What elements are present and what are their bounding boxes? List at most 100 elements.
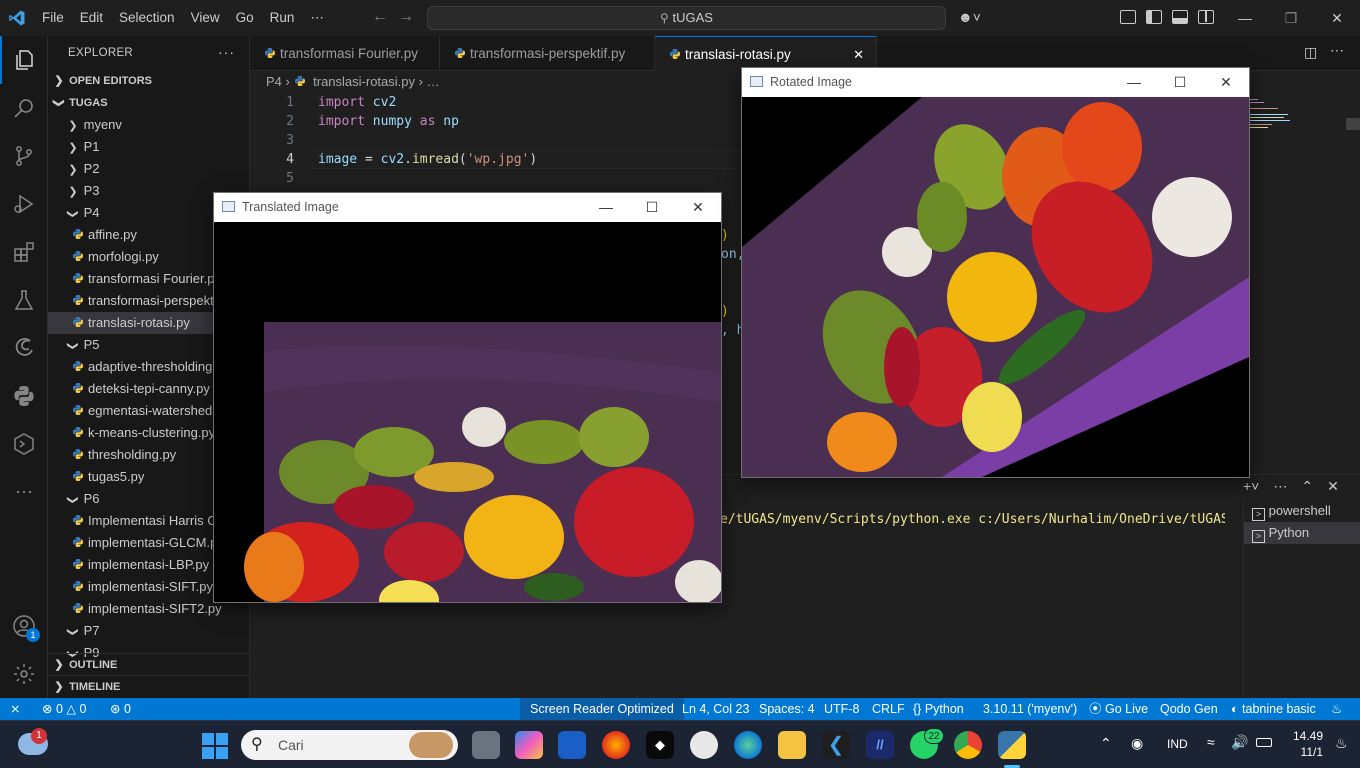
maximize-panel-icon[interactable]: ⌃: [1301, 478, 1313, 495]
search-icon[interactable]: [0, 84, 48, 132]
python-taskbar-icon[interactable]: [998, 731, 1026, 759]
terminal-session-powershell[interactable]: > powershell: [1244, 500, 1360, 522]
source-control-icon[interactable]: [0, 132, 48, 180]
rotated-image-window[interactable]: Rotated Image — ☐ ✕: [741, 67, 1250, 478]
wifi-icon[interactable]: ≈: [1207, 734, 1215, 750]
extensions-icon[interactable]: [0, 228, 48, 276]
rotated-window-titlebar[interactable]: Rotated Image — ☐ ✕: [742, 68, 1249, 97]
explorer-icon[interactable]: [0, 36, 48, 84]
tree-folder[interactable]: ❯ P1: [48, 136, 249, 158]
translated-image-window[interactable]: Translated Image — ☐ ✕: [213, 192, 722, 603]
start-button-icon[interactable]: [202, 733, 228, 759]
timeline-section[interactable]: ❯ TIMELINE: [48, 675, 249, 697]
tree-folder[interactable]: ❯ P7: [48, 620, 249, 642]
editor-more-icon[interactable]: ⋯: [1330, 42, 1344, 59]
menu-item[interactable]: Go: [228, 0, 262, 36]
explorer-more-icon[interactable]: ···: [218, 44, 235, 60]
language-mode[interactable]: {} Python: [913, 698, 964, 720]
menu-item[interactable]: View: [183, 0, 228, 36]
translated-minimize-button[interactable]: —: [583, 193, 629, 222]
menu-item[interactable]: File: [34, 0, 72, 36]
panel-more-icon[interactable]: ⋯: [1273, 478, 1287, 495]
explorer-section[interactable]: ❯ TUGAS: [48, 92, 249, 114]
rotated-close-button[interactable]: ✕: [1203, 68, 1249, 97]
edge-browser-icon[interactable]: [734, 731, 762, 759]
menu-item[interactable]: Selection: [111, 0, 183, 36]
testing-flask-icon[interactable]: [0, 276, 48, 324]
menu-item[interactable]: Edit: [72, 0, 111, 36]
toggle-panel-icon[interactable]: [1172, 10, 1188, 24]
ports-indicator[interactable]: ⊛ 0: [110, 698, 131, 720]
remote-indicator-icon[interactable]: ⨯: [10, 698, 20, 720]
tree-folder[interactable]: ❯ P2: [48, 158, 249, 180]
translated-window-titlebar[interactable]: Translated Image — ☐ ✕: [214, 193, 721, 222]
firefox-icon[interactable]: [602, 731, 630, 759]
split-editor-icon[interactable]: ◫: [1304, 44, 1317, 61]
breadcrumb-folder[interactable]: P4: [266, 74, 282, 89]
rotated-minimize-button[interactable]: —: [1111, 68, 1157, 97]
breadcrumb-file[interactable]: translasi-rotasi.py: [313, 74, 415, 89]
copilot-app-icon[interactable]: [515, 731, 543, 759]
rotated-maximize-button[interactable]: ☐: [1157, 68, 1203, 97]
settings-gear-icon[interactable]: [0, 650, 48, 698]
battery-icon[interactable]: [1256, 738, 1272, 747]
breadcrumb-symbol[interactable]: …: [427, 74, 440, 89]
tree-folder[interactable]: ❯ myenv: [48, 114, 249, 136]
notification-bell-icon[interactable]: ♨: [1335, 735, 1348, 752]
volume-icon[interactable]: 🔊: [1231, 734, 1248, 751]
menu-item[interactable]: Run: [262, 0, 303, 36]
encoding[interactable]: UTF-8: [824, 698, 859, 720]
notes-app-icon[interactable]: //: [866, 731, 894, 759]
close-button[interactable]: ✕: [1314, 0, 1360, 36]
taskbar-search-box[interactable]: ⚲ Cari: [241, 730, 458, 760]
editor-tab[interactable]: translasi-rotasi.py ✕: [655, 36, 877, 71]
file-explorer-icon[interactable]: [778, 731, 806, 759]
edge-devtools-icon[interactable]: [0, 324, 48, 372]
cursor-position[interactable]: Ln 4, Col 23: [682, 698, 749, 720]
screen-reader-status[interactable]: Screen Reader Optimized: [520, 698, 684, 720]
back-arrow-icon[interactable]: ←: [372, 8, 388, 26]
python-icon[interactable]: [0, 372, 48, 420]
clock[interactable]: 14.49 11/1: [1283, 728, 1323, 760]
tray-app-icon[interactable]: ◉: [1131, 735, 1143, 752]
close-panel-icon[interactable]: ✕: [1327, 478, 1339, 495]
end-of-line[interactable]: CRLF: [872, 698, 905, 720]
outline-section[interactable]: ❯ OUTLINE: [48, 653, 249, 675]
translated-close-button[interactable]: ✕: [675, 193, 721, 222]
toggle-secondary-sidebar-icon[interactable]: [1198, 10, 1214, 24]
qodo-gen-button[interactable]: Qodo Gen: [1160, 698, 1218, 720]
task-view-icon[interactable]: [472, 731, 500, 759]
dropbox-icon[interactable]: ◆: [646, 731, 674, 759]
notifications-bell-icon[interactable]: ♨: [1331, 698, 1342, 720]
editor-tab[interactable]: transformasi-perspektif.py: [440, 36, 655, 71]
terminal-session-python[interactable]: > Python: [1244, 522, 1360, 544]
indentation[interactable]: Spaces: 4: [759, 698, 815, 720]
toggle-sidebar-icon[interactable]: [1146, 10, 1162, 24]
more-views-icon[interactable]: ⋯: [0, 468, 48, 516]
scrollbar-thumb[interactable]: [1346, 118, 1360, 130]
tabnine-status[interactable]: ◐ tabnine basic: [1231, 698, 1316, 720]
chrome-icon[interactable]: [954, 731, 982, 759]
python-interpreter[interactable]: 3.10.11 ('myenv'): [983, 698, 1077, 720]
editor-tab[interactable]: transformasi Fourier.py: [250, 36, 440, 71]
accounts-icon[interactable]: 1: [0, 602, 48, 650]
explorer-section[interactable]: ❯ OPEN EDITORS: [48, 70, 249, 92]
command-center-search[interactable]: ⚲ tUGAS: [427, 6, 946, 30]
customize-layout-icon[interactable]: [1120, 10, 1136, 24]
show-hidden-icons-chevron-icon[interactable]: ⌃: [1100, 735, 1112, 752]
restore-button[interactable]: ❐: [1268, 0, 1314, 36]
new-terminal-icon[interactable]: +˅: [1243, 478, 1259, 495]
vscode-taskbar-icon[interactable]: ❮: [822, 731, 850, 759]
microsoft-store-icon[interactable]: [558, 731, 586, 759]
menu-item[interactable]: ⋯: [302, 0, 332, 36]
game-app-icon[interactable]: [690, 731, 718, 759]
forward-arrow-icon[interactable]: →: [398, 8, 414, 26]
go-live-button[interactable]: ⦿ Go Live: [1089, 698, 1148, 720]
minimize-button[interactable]: —: [1222, 0, 1268, 36]
remote-explorer-icon[interactable]: [0, 420, 48, 468]
minimap[interactable]: [1248, 97, 1352, 137]
problems-indicator[interactable]: ⊗ 0 △ 0: [42, 698, 86, 720]
input-language[interactable]: IND: [1167, 737, 1188, 751]
run-debug-icon[interactable]: [0, 180, 48, 228]
translated-maximize-button[interactable]: ☐: [629, 193, 675, 222]
